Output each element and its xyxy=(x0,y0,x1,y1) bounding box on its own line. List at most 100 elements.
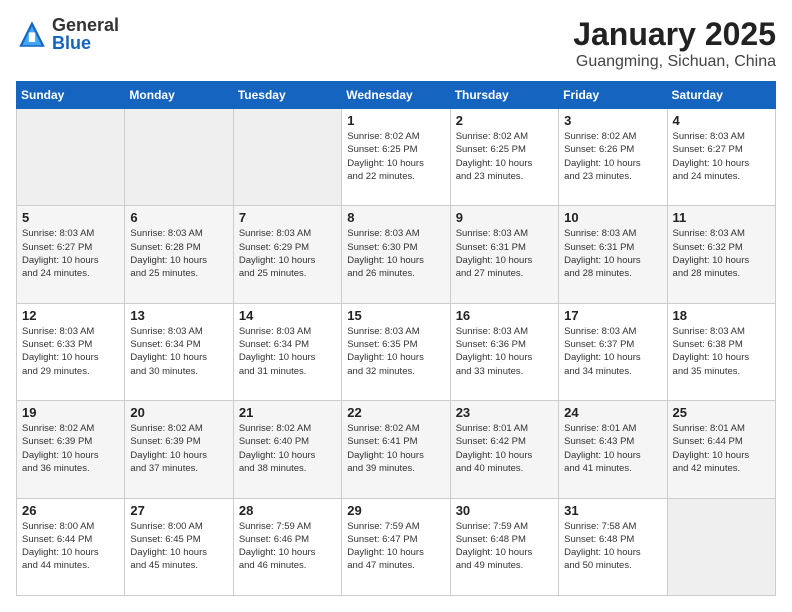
calendar-cell: 27 Sunrise: 8:00 AM Sunset: 6:45 PM Dayli… xyxy=(125,498,233,595)
day-number: 13 xyxy=(130,308,227,323)
calendar-cell: 8 Sunrise: 8:03 AM Sunset: 6:30 PM Daylig… xyxy=(342,206,450,303)
cell-info: Sunrise: 8:03 AM Sunset: 6:38 PM Dayligh… xyxy=(673,325,770,378)
calendar-cell: 16 Sunrise: 8:03 AM Sunset: 6:36 PM Dayli… xyxy=(450,303,558,400)
day-number: 31 xyxy=(564,503,661,518)
cell-info: Sunrise: 8:03 AM Sunset: 6:27 PM Dayligh… xyxy=(22,227,119,280)
cell-info: Sunrise: 8:03 AM Sunset: 6:36 PM Dayligh… xyxy=(456,325,553,378)
calendar-cell: 10Sunrise: 8:03 AM Sunset: 6:31 PM Dayli… xyxy=(559,206,667,303)
day-number: 12 xyxy=(22,308,119,323)
calendar-cell: 4 Sunrise: 8:03 AM Sunset: 6:27 PM Daylig… xyxy=(667,109,775,206)
calendar-cell: 6Sunrise: 8:03 AM Sunset: 6:28 PM Daylig… xyxy=(125,206,233,303)
calendar-cell: 20 Sunrise: 8:02 AM Sunset: 6:39 PM Dayli… xyxy=(125,401,233,498)
logo-blue-text: Blue xyxy=(52,34,119,52)
day-number: 29 xyxy=(347,503,444,518)
day-number: 27 xyxy=(130,503,227,518)
day-number: 1 xyxy=(347,113,444,128)
cell-info: Sunrise: 8:01 AM Sunset: 6:42 PM Dayligh… xyxy=(456,422,553,475)
calendar-cell: 28 Sunrise: 7:59 AM Sunset: 6:46 PM Dayli… xyxy=(233,498,341,595)
cell-info: Sunrise: 8:01 AM Sunset: 6:43 PM Dayligh… xyxy=(564,422,661,475)
day-number: 23 xyxy=(456,405,553,420)
header: General Blue January 2025 Guangming, Sic… xyxy=(16,16,776,71)
weekday-header-friday: Friday xyxy=(559,82,667,109)
weekday-header-thursday: Thursday xyxy=(450,82,558,109)
calendar-cell: 1 Sunrise: 8:02 AM Sunset: 6:25 PM Daylig… xyxy=(342,109,450,206)
calendar-cell xyxy=(17,109,125,206)
logo-text: General Blue xyxy=(52,16,119,52)
cell-info: Sunrise: 8:03 AM Sunset: 6:32 PM Dayligh… xyxy=(673,227,770,280)
day-number: 7 xyxy=(239,210,336,225)
day-number: 4 xyxy=(673,113,770,128)
calendar-cell: 2 Sunrise: 8:02 AM Sunset: 6:25 PM Daylig… xyxy=(450,109,558,206)
title-section: January 2025 Guangming, Sichuan, China xyxy=(573,16,776,71)
cell-info: Sunrise: 8:02 AM Sunset: 6:26 PM Dayligh… xyxy=(564,130,661,183)
calendar-cell: 24Sunrise: 8:01 AM Sunset: 6:43 PM Dayli… xyxy=(559,401,667,498)
calendar-subtitle: Guangming, Sichuan, China xyxy=(573,53,776,71)
day-number: 3 xyxy=(564,113,661,128)
calendar-cell xyxy=(125,109,233,206)
day-number: 5 xyxy=(22,210,119,225)
calendar-cell: 18 Sunrise: 8:03 AM Sunset: 6:38 PM Dayli… xyxy=(667,303,775,400)
cell-info: Sunrise: 8:02 AM Sunset: 6:25 PM Dayligh… xyxy=(456,130,553,183)
calendar-cell: 13 Sunrise: 8:03 AM Sunset: 6:34 PM Dayli… xyxy=(125,303,233,400)
day-number: 16 xyxy=(456,308,553,323)
calendar-cell: 19 Sunrise: 8:02 AM Sunset: 6:39 PM Dayli… xyxy=(17,401,125,498)
day-number: 18 xyxy=(673,308,770,323)
cell-info: Sunrise: 8:03 AM Sunset: 6:29 PM Dayligh… xyxy=(239,227,336,280)
calendar-cell: 17 Sunrise: 8:03 AM Sunset: 6:37 PM Dayli… xyxy=(559,303,667,400)
calendar-cell: 31 Sunrise: 7:58 AM Sunset: 6:48 PM Dayli… xyxy=(559,498,667,595)
day-number: 21 xyxy=(239,405,336,420)
cell-info: Sunrise: 8:02 AM Sunset: 6:39 PM Dayligh… xyxy=(22,422,119,475)
day-number: 20 xyxy=(130,405,227,420)
calendar-table: SundayMondayTuesdayWednesdayThursdayFrid… xyxy=(16,81,776,596)
calendar-cell: 29 Sunrise: 7:59 AM Sunset: 6:47 PM Dayli… xyxy=(342,498,450,595)
cell-info: Sunrise: 7:58 AM Sunset: 6:48 PM Dayligh… xyxy=(564,520,661,573)
day-number: 25 xyxy=(673,405,770,420)
calendar-cell: 5 Sunrise: 8:03 AM Sunset: 6:27 PM Daylig… xyxy=(17,206,125,303)
calendar-cell: 7 Sunrise: 8:03 AM Sunset: 6:29 PM Daylig… xyxy=(233,206,341,303)
cell-info: Sunrise: 7:59 AM Sunset: 6:46 PM Dayligh… xyxy=(239,520,336,573)
day-number: 2 xyxy=(456,113,553,128)
day-number: 17 xyxy=(564,308,661,323)
day-number: 19 xyxy=(22,405,119,420)
weekday-header-row: SundayMondayTuesdayWednesdayThursdayFrid… xyxy=(17,82,776,109)
day-number: 28 xyxy=(239,503,336,518)
day-number: 15 xyxy=(347,308,444,323)
day-number: 9 xyxy=(456,210,553,225)
calendar-cell: 14Sunrise: 8:03 AM Sunset: 6:34 PM Dayli… xyxy=(233,303,341,400)
cell-info: Sunrise: 8:00 AM Sunset: 6:45 PM Dayligh… xyxy=(130,520,227,573)
logo: General Blue xyxy=(16,16,119,52)
day-number: 8 xyxy=(347,210,444,225)
week-row-4: 26Sunrise: 8:00 AM Sunset: 6:44 PM Dayli… xyxy=(17,498,776,595)
day-number: 22 xyxy=(347,405,444,420)
day-number: 26 xyxy=(22,503,119,518)
cell-info: Sunrise: 8:02 AM Sunset: 6:41 PM Dayligh… xyxy=(347,422,444,475)
week-row-1: 5 Sunrise: 8:03 AM Sunset: 6:27 PM Daylig… xyxy=(17,206,776,303)
day-number: 10 xyxy=(564,210,661,225)
cell-info: Sunrise: 7:59 AM Sunset: 6:48 PM Dayligh… xyxy=(456,520,553,573)
page: General Blue January 2025 Guangming, Sic… xyxy=(0,0,792,612)
cell-info: Sunrise: 8:03 AM Sunset: 6:34 PM Dayligh… xyxy=(130,325,227,378)
cell-info: Sunrise: 8:03 AM Sunset: 6:27 PM Dayligh… xyxy=(673,130,770,183)
cell-info: Sunrise: 8:03 AM Sunset: 6:30 PM Dayligh… xyxy=(347,227,444,280)
week-row-3: 19 Sunrise: 8:02 AM Sunset: 6:39 PM Dayli… xyxy=(17,401,776,498)
week-row-0: 1 Sunrise: 8:02 AM Sunset: 6:25 PM Daylig… xyxy=(17,109,776,206)
calendar-cell: 9Sunrise: 8:03 AM Sunset: 6:31 PM Daylig… xyxy=(450,206,558,303)
cell-info: Sunrise: 8:03 AM Sunset: 6:35 PM Dayligh… xyxy=(347,325,444,378)
cell-info: Sunrise: 8:03 AM Sunset: 6:34 PM Dayligh… xyxy=(239,325,336,378)
calendar-cell: 22 Sunrise: 8:02 AM Sunset: 6:41 PM Dayli… xyxy=(342,401,450,498)
calendar-cell: 12Sunrise: 8:03 AM Sunset: 6:33 PM Dayli… xyxy=(17,303,125,400)
calendar-cell: 23 Sunrise: 8:01 AM Sunset: 6:42 PM Dayli… xyxy=(450,401,558,498)
calendar-cell xyxy=(233,109,341,206)
cell-info: Sunrise: 8:02 AM Sunset: 6:39 PM Dayligh… xyxy=(130,422,227,475)
day-number: 6 xyxy=(130,210,227,225)
cell-info: Sunrise: 7:59 AM Sunset: 6:47 PM Dayligh… xyxy=(347,520,444,573)
day-number: 30 xyxy=(456,503,553,518)
calendar-cell xyxy=(667,498,775,595)
calendar-cell: 30 Sunrise: 7:59 AM Sunset: 6:48 PM Dayli… xyxy=(450,498,558,595)
day-number: 11 xyxy=(673,210,770,225)
week-row-2: 12Sunrise: 8:03 AM Sunset: 6:33 PM Dayli… xyxy=(17,303,776,400)
logo-icon xyxy=(16,18,48,50)
calendar-cell: 26Sunrise: 8:00 AM Sunset: 6:44 PM Dayli… xyxy=(17,498,125,595)
cell-info: Sunrise: 8:02 AM Sunset: 6:25 PM Dayligh… xyxy=(347,130,444,183)
cell-info: Sunrise: 8:03 AM Sunset: 6:37 PM Dayligh… xyxy=(564,325,661,378)
